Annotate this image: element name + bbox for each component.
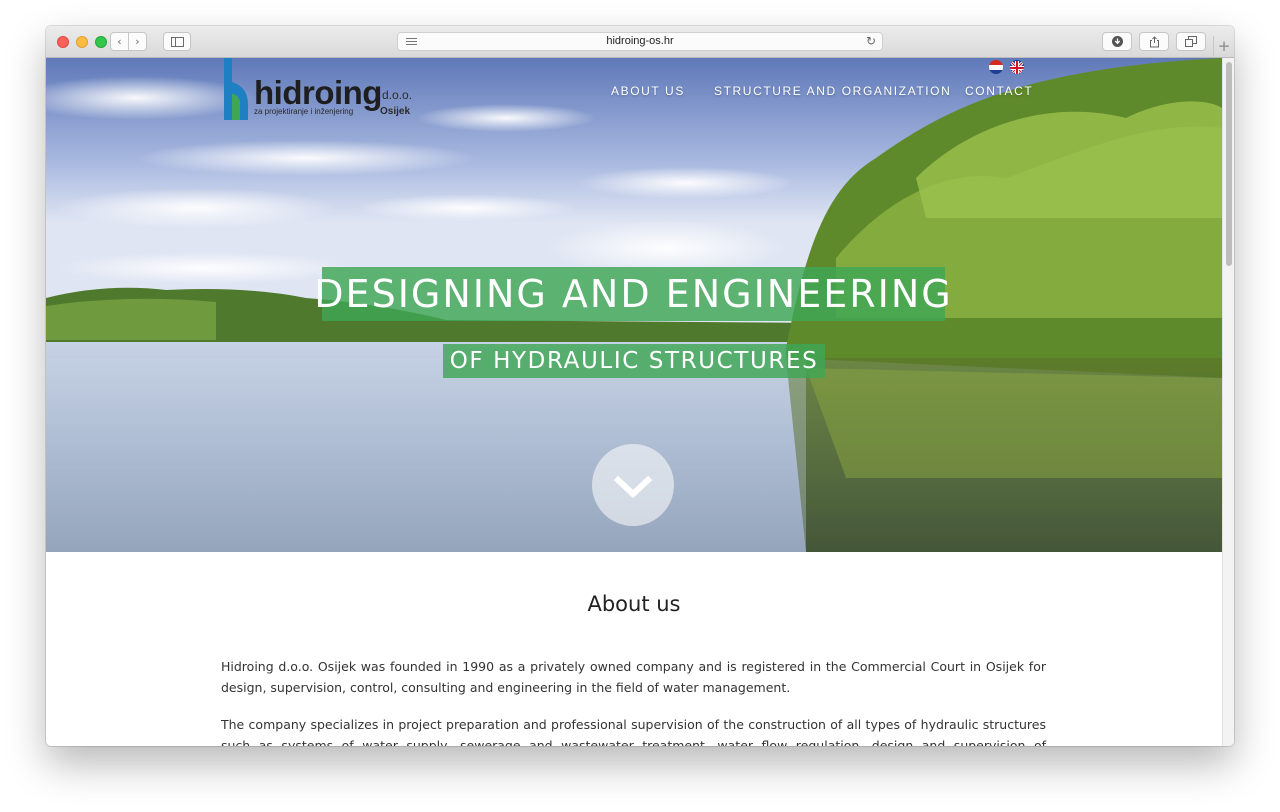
- nav-about-us[interactable]: ABOUT US: [611, 84, 685, 98]
- about-paragraph-1: Hidroing d.o.o. Osijek was founded in 19…: [221, 659, 1046, 695]
- chevron-right-icon: ›: [135, 35, 140, 48]
- back-button[interactable]: ‹: [110, 32, 129, 51]
- scrollbar-thumb[interactable]: [1226, 62, 1232, 266]
- maximize-window-button[interactable]: [95, 36, 107, 48]
- browser-window: ‹ › hidroing-os.hr ↻ + hidroing d.o.o. z…: [46, 26, 1234, 746]
- hero-subheadline: OF HYDRAULIC STRUCTURES: [443, 344, 825, 378]
- url-text: hidroing-os.hr: [606, 35, 674, 47]
- chevron-down-icon: [613, 475, 653, 499]
- logo-tagline: za projektiranje i inženjering: [254, 107, 354, 116]
- chevron-left-icon: ‹: [117, 35, 122, 48]
- plus-icon: +: [1217, 37, 1231, 55]
- site-logo[interactable]: hidroing d.o.o. za projektiranje i inžen…: [220, 58, 420, 122]
- hero-headline: DESIGNING AND ENGINEERING: [314, 267, 951, 321]
- download-icon: [1111, 36, 1123, 47]
- page-scrollbar[interactable]: [1222, 58, 1234, 746]
- logo-mark-icon: [224, 58, 248, 120]
- show-tabs-button[interactable]: [1176, 32, 1206, 51]
- croatian-flag-icon[interactable]: [989, 60, 1003, 74]
- minimize-window-button[interactable]: [76, 36, 88, 48]
- uk-flag-icon[interactable]: [1010, 60, 1024, 74]
- browser-toolbar: ‹ › hidroing-os.hr ↻ +: [46, 26, 1234, 58]
- address-bar[interactable]: hidroing-os.hr ↻: [397, 32, 883, 51]
- forward-button[interactable]: ›: [128, 32, 147, 51]
- page-viewport: hidroing d.o.o. za projektiranje i inžen…: [46, 58, 1234, 746]
- logo-wordmark: hidroing: [254, 74, 382, 111]
- sidebar-toggle-button[interactable]: [163, 32, 191, 51]
- hero-section: hidroing d.o.o. za projektiranje i inžen…: [46, 58, 1222, 552]
- about-section-title: About us: [587, 592, 681, 616]
- about-paragraph-2: The company specializes in project prepa…: [221, 717, 1046, 746]
- sidebar-icon: [170, 36, 184, 47]
- nav-structure-and-organization[interactable]: STRUCTURE AND ORGANIZATION: [714, 84, 951, 98]
- nav-contact[interactable]: CONTACT: [965, 84, 1033, 98]
- close-window-button[interactable]: [57, 36, 69, 48]
- tabs-icon: [1185, 36, 1197, 47]
- reload-icon[interactable]: ↻: [866, 34, 876, 48]
- logo-city: Osijek: [380, 106, 411, 117]
- share-icon: [1149, 35, 1159, 47]
- share-button[interactable]: [1139, 32, 1169, 51]
- new-tab-button[interactable]: +: [1213, 36, 1234, 56]
- downloads-button[interactable]: [1102, 32, 1132, 51]
- scroll-down-button[interactable]: [592, 444, 674, 526]
- logo-suffix: d.o.o.: [382, 88, 413, 102]
